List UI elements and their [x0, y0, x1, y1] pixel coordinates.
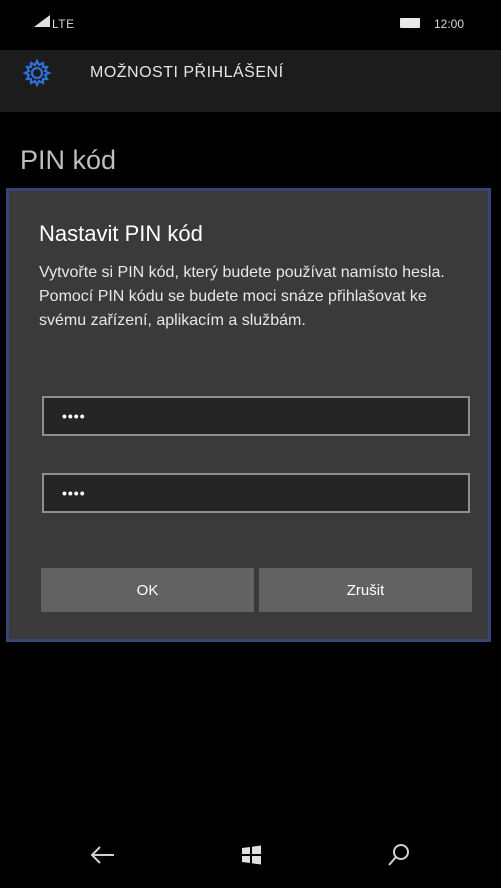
header-title: MOŽNOSTI PŘIHLÁŠENÍ — [90, 64, 284, 81]
ok-button[interactable]: OK — [41, 568, 254, 612]
cancel-button[interactable]: Zrušit — [259, 568, 472, 612]
signal-bars-icon — [34, 15, 50, 27]
new-pin-value: •••• — [62, 408, 86, 424]
confirm-pin-field[interactable]: •••• — [42, 473, 470, 513]
confirm-pin-value: •••• — [62, 485, 86, 501]
dialog-description: Vytvořte si PIN kód, který budete použív… — [39, 264, 445, 329]
section-title: PIN kód — [20, 145, 117, 175]
windows-start-icon[interactable] — [234, 838, 268, 872]
dialog-title: Nastavit PIN kód — [39, 221, 203, 246]
battery-icon — [400, 18, 420, 28]
new-pin-field[interactable]: •••• — [42, 396, 470, 436]
back-arrow-icon[interactable] — [86, 838, 120, 872]
status-bar: LTE 12:00 — [0, 0, 501, 50]
set-pin-dialog: Nastavit PIN kód Vytvořte si PIN kód, kt… — [6, 188, 491, 642]
search-icon[interactable] — [382, 838, 416, 872]
network-type-label: LTE — [52, 17, 75, 31]
clock-label: 12:00 — [434, 17, 465, 31]
gear-icon — [22, 58, 52, 88]
